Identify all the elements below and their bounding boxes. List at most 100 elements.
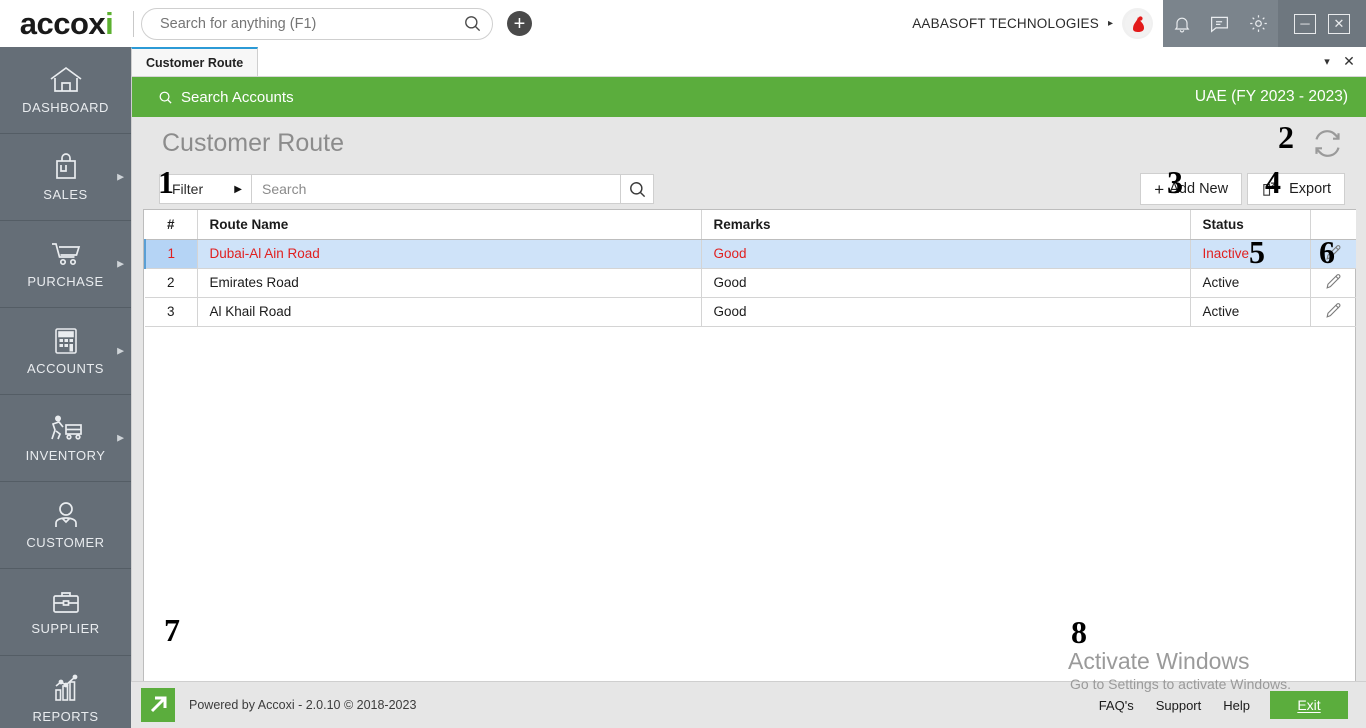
- export-label: Export: [1289, 181, 1331, 197]
- search-icon[interactable]: [452, 14, 492, 33]
- application-window: accoxi + AABASOFT TECHNOLOGIES ▸: [0, 0, 1366, 728]
- external-link-icon: [1263, 182, 1276, 196]
- tab-list-dropdown-icon[interactable]: ▾: [1316, 47, 1338, 76]
- sidebar-item-supplier[interactable]: SUPPLIER: [0, 569, 131, 656]
- edit-row-button[interactable]: [1310, 297, 1356, 327]
- sidebar-item-label: SUPPLIER: [31, 621, 100, 636]
- toolbar-actions: + Add New Export: [1140, 173, 1345, 205]
- edit-row-button[interactable]: [1310, 268, 1356, 298]
- exit-button[interactable]: Exit: [1270, 691, 1348, 719]
- page-title: Customer Route: [162, 128, 345, 157]
- routes-table-container: # Route Name Remarks Status 1 Dubai-Al A…: [143, 209, 1356, 704]
- toolbar: Filter ▶ + Add New: [132, 169, 1366, 209]
- page-title-row: Customer Route: [132, 117, 1366, 169]
- gear-icon[interactable]: [1248, 13, 1269, 34]
- avatar[interactable]: [1122, 8, 1153, 39]
- cell-index: 3: [145, 297, 198, 327]
- top-header: accoxi + AABASOFT TECHNOLOGIES ▸: [0, 0, 1366, 47]
- cell-status: Active: [1190, 297, 1311, 327]
- cell-remarks: Good: [701, 239, 1191, 269]
- search-accounts-label: Search Accounts: [181, 88, 294, 106]
- logo-divider: [133, 10, 134, 37]
- accoxi-logo: accox i: [0, 0, 133, 47]
- accoxi-arrow-icon: [141, 688, 175, 722]
- sidebar-item-dashboard[interactable]: DASHBOARD: [0, 47, 131, 134]
- sidebar-item-label: PURCHASE: [27, 274, 104, 289]
- routes-table: # Route Name Remarks Status 1 Dubai-Al A…: [144, 210, 1356, 327]
- column-header-remarks[interactable]: Remarks: [701, 210, 1191, 240]
- global-search[interactable]: [141, 7, 493, 40]
- cell-route-name: Al Khail Road: [197, 297, 702, 327]
- cell-index: 1: [144, 239, 198, 269]
- filter-button[interactable]: Filter ▶: [160, 175, 252, 203]
- bar-chart-icon: [54, 674, 77, 701]
- table-row[interactable]: 1 Dubai-Al Ain Road Good Inactive: [144, 239, 1356, 269]
- pencil-icon: [1326, 273, 1341, 289]
- help-link[interactable]: Help: [1223, 698, 1250, 713]
- refresh-icon[interactable]: [1311, 127, 1344, 160]
- cell-route-name: Emirates Road: [197, 268, 702, 298]
- window-controls: ─ ✕: [1278, 0, 1366, 47]
- chevron-right-icon: ▶: [117, 171, 124, 182]
- table-body: 1 Dubai-Al Ain Road Good Inactive 2 Emir…: [144, 239, 1356, 327]
- search-icon: [629, 181, 645, 197]
- warehouse-worker-icon: [50, 415, 82, 440]
- column-header-status[interactable]: Status: [1190, 210, 1311, 240]
- edit-row-button[interactable]: [1310, 239, 1356, 269]
- logo-text: accox: [19, 5, 106, 41]
- plus-glyph: +: [513, 12, 526, 35]
- sidebar-item-label: SALES: [43, 187, 88, 202]
- powered-by-label: Powered by Accoxi - 2.0.10 © 2018-2023: [189, 698, 417, 712]
- message-icon[interactable]: [1209, 13, 1230, 34]
- footer-links: FAQ's Support Help: [1099, 698, 1250, 713]
- support-link[interactable]: Support: [1156, 698, 1202, 713]
- bell-icon[interactable]: [1172, 14, 1192, 34]
- close-window-button[interactable]: ✕: [1328, 13, 1350, 34]
- calculator-icon: [54, 328, 77, 354]
- cell-status: Active: [1190, 268, 1311, 298]
- sidebar-item-label: INVENTORY: [25, 448, 106, 463]
- sidebar-item-reports[interactable]: REPORTS: [0, 656, 131, 728]
- header-icon-group: [1163, 0, 1278, 47]
- sidebar-item-label: ACCOUNTS: [27, 361, 104, 376]
- accounts-search-bar: Search Accounts UAE (FY 2023 - 2023): [132, 77, 1366, 117]
- sidebar-item-label: DASHBOARD: [22, 100, 109, 115]
- shopping-cart-icon: [51, 243, 80, 266]
- tab-customer-route[interactable]: Customer Route: [131, 47, 259, 76]
- sidebar-item-customer[interactable]: CUSTOMER: [0, 482, 131, 569]
- quick-add-button[interactable]: +: [507, 11, 532, 36]
- column-header-route-name[interactable]: Route Name: [197, 210, 702, 240]
- cell-remarks: Good: [701, 297, 1191, 327]
- tab-close-icon[interactable]: ✕: [1338, 47, 1360, 76]
- global-search-input[interactable]: [142, 15, 452, 32]
- add-new-label: Add New: [1169, 181, 1229, 197]
- cell-remarks: Good: [701, 268, 1191, 298]
- column-header-index[interactable]: #: [145, 210, 198, 240]
- sidebar-item-label: REPORTS: [32, 709, 99, 724]
- sidebar-item-inventory[interactable]: INVENTORY ▶: [0, 395, 131, 482]
- chevron-right-icon: ▶: [117, 345, 124, 356]
- sidebar-item-accounts[interactable]: ACCOUNTS ▶: [0, 308, 131, 395]
- person-icon: [54, 502, 77, 527]
- table-row[interactable]: 2 Emirates Road Good Active: [145, 268, 1356, 298]
- sidebar-item-purchase[interactable]: PURCHASE ▶: [0, 221, 131, 308]
- table-row[interactable]: 3 Al Khail Road Good Active: [145, 297, 1356, 327]
- search-input[interactable]: [252, 175, 620, 203]
- sidebar-item-sales[interactable]: SALES ▶: [0, 134, 131, 221]
- tab-strip: Customer Route ▾ ✕: [131, 47, 1366, 77]
- company-name: AABASOFT TECHNOLOGIES: [912, 16, 1099, 31]
- pencil-icon: [1326, 302, 1341, 318]
- company-selector[interactable]: AABASOFT TECHNOLOGIES ▸: [912, 8, 1163, 39]
- search-accounts-button[interactable]: Search Accounts: [158, 89, 294, 106]
- export-button[interactable]: Export: [1247, 173, 1345, 205]
- search-submit-button[interactable]: [620, 175, 653, 203]
- chevron-right-icon: ▶: [117, 432, 124, 443]
- sidebar-item-label: CUSTOMER: [26, 535, 105, 550]
- exit-label: Exit: [1297, 697, 1321, 713]
- minimize-button[interactable]: ─: [1294, 13, 1316, 34]
- pencil-icon: [1326, 244, 1341, 260]
- faqs-link[interactable]: FAQ's: [1099, 698, 1134, 713]
- filter-search-group: Filter ▶: [159, 174, 654, 204]
- search-icon: [159, 91, 172, 104]
- add-new-button[interactable]: + Add New: [1140, 173, 1243, 205]
